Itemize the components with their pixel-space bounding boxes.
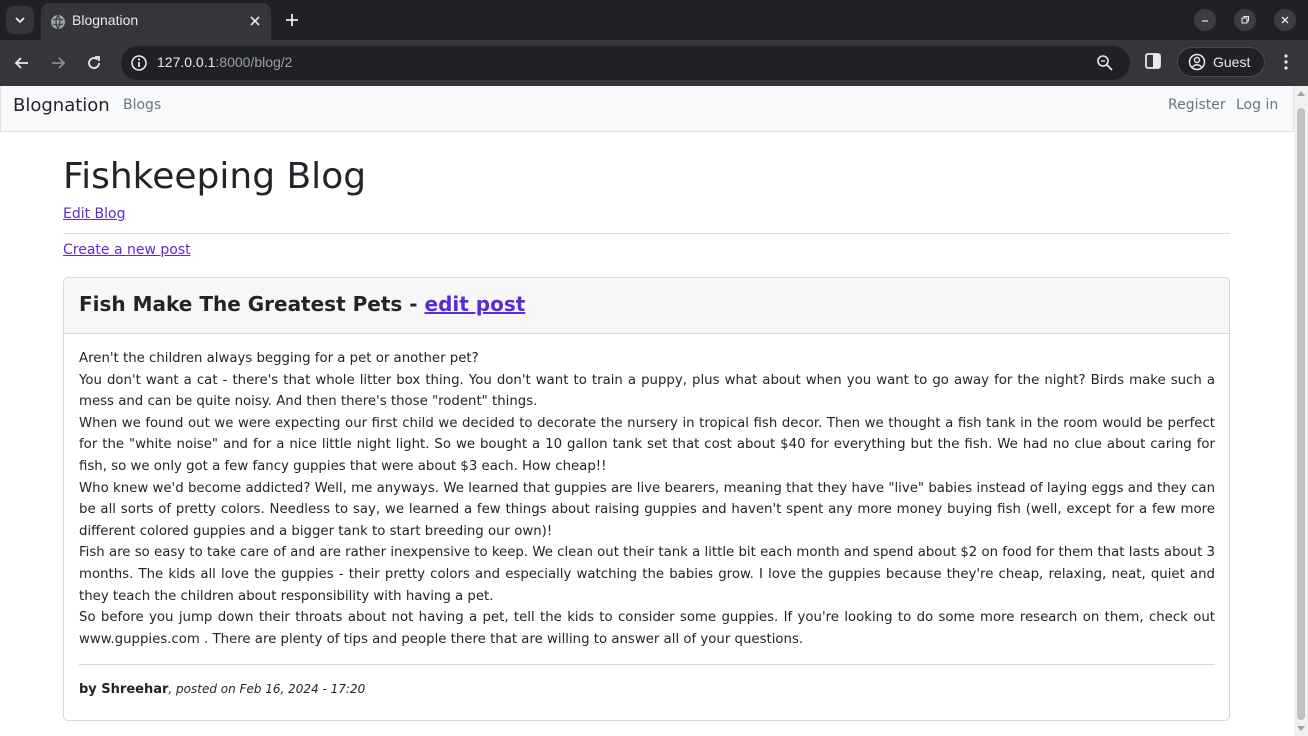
minimize-icon [1202,20,1208,22]
post-title: Fish Make The Greatest Pets - edit post [79,292,525,316]
new-tab-button[interactable] [280,8,304,32]
profile-icon [1188,53,1206,71]
page-scrollbar[interactable] [1294,86,1308,736]
page-title: Fishkeeping Blog [63,156,367,197]
scroll-down-arrow[interactable] [1297,726,1305,731]
profile-button[interactable]: Guest [1177,47,1265,77]
profile-name: Guest [1213,54,1251,70]
address-bar[interactable]: 127.0.0.1:8000/blog/2 [121,46,1130,80]
post-footer: by Shreehar, posted on Feb 16, 2024 - 17… [79,682,365,697]
page-viewport: Blognation Blogs Register Log in Fishkee… [0,86,1294,736]
site-brand[interactable]: Blognation [13,95,110,116]
post-paragraph: You don't want a cat - there's that whol… [79,372,1215,410]
forward-button[interactable] [46,51,70,75]
zoom-icon[interactable] [1096,54,1114,72]
tab-title: Blognation [72,12,139,28]
nav-link-register[interactable]: Register [1168,97,1226,113]
post-paragraph: So before you jump down their throats ab… [79,610,1215,647]
post-paragraph: Who knew we'd become addicted? Well, me … [79,480,1215,539]
post-author: by Shreehar [79,682,169,697]
plus-icon [286,14,298,26]
tab-search-button[interactable] [6,6,34,34]
window-close-button[interactable] [1274,9,1296,31]
post-card: Fish Make The Greatest Pets - edit post … [63,277,1230,721]
reload-button[interactable] [82,51,106,75]
url-host: 127.0.0.1 [157,54,216,70]
url-path: :8000/blog/2 [215,54,293,70]
post-paragraph: When we found out we were expecting our … [79,415,1215,474]
post-card-header: Fish Make The Greatest Pets - edit post [64,278,1229,334]
tab-close-button[interactable] [246,12,264,30]
post-title-text: Fish Make The Greatest Pets - [79,292,425,316]
minimize-button[interactable] [1194,9,1216,31]
kebab-menu-icon [1284,54,1288,70]
url-text: 127.0.0.1:8000/blog/2 [157,54,292,70]
divider [63,233,1230,234]
back-icon [14,57,28,69]
browser-tab[interactable]: Blognation [41,3,271,40]
tab-search-icon [15,17,25,24]
nav-link-blogs[interactable]: Blogs [123,97,161,113]
post-body: Aren't the children always begging for a… [79,348,1215,650]
nav-link-login[interactable]: Log in [1236,97,1278,113]
restore-icon [1241,16,1249,24]
forward-icon [52,57,66,69]
reload-icon [88,56,100,69]
favicon-icon [51,14,65,30]
scroll-up-arrow[interactable] [1297,91,1305,96]
create-post-link[interactable]: Create a new post [63,242,191,258]
close-icon [250,16,260,26]
side-panel-icon[interactable] [1143,51,1163,71]
tab-strip: Blognation [0,0,1308,40]
browser-menu-button[interactable] [1276,51,1296,73]
site-navbar: Blognation Blogs Register Log in [0,86,1294,132]
post-divider [79,664,1215,665]
post-paragraph: Aren't the children always begging for a… [79,351,479,366]
info-icon[interactable] [130,54,148,72]
edit-blog-link[interactable]: Edit Blog [63,206,126,222]
restore-button[interactable] [1234,9,1256,31]
scrollbar-thumb[interactable] [1297,108,1305,720]
post-date: , posted on Feb 16, 2024 - 17:20 [168,682,366,696]
edit-post-link[interactable]: edit post [425,292,526,316]
window-close-icon [1281,16,1289,24]
post-paragraph: Fish are so easy to take care of and are… [79,545,1215,604]
browser-toolbar: 127.0.0.1:8000/blog/2 [0,40,1308,86]
back-button[interactable] [10,51,34,75]
